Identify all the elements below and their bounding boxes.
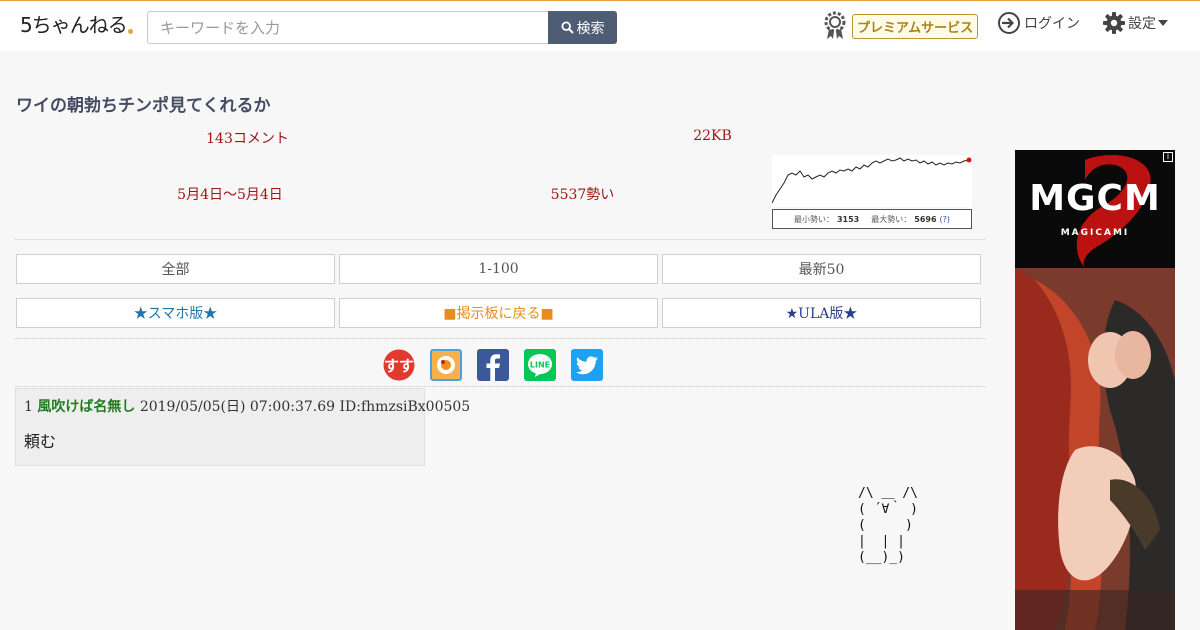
line-share-button[interactable]: LINE	[524, 349, 556, 381]
settings-label: 設定	[1128, 16, 1156, 32]
momentum-graph	[772, 155, 972, 207]
graph-legend: 最小勢い： 3153 最大勢い： 5696 (?)	[772, 209, 972, 229]
login-label: ログイン	[1024, 16, 1080, 32]
search-icon	[560, 21, 574, 34]
ad-logo: MGCM	[1029, 178, 1161, 219]
post-datetime: 2019/05/05(日) 07:00:37.69	[139, 399, 336, 415]
twitter-share-button[interactable]	[571, 349, 603, 381]
top-header: 5ちゃんねる 検索 プレミアムサービス ログイン	[0, 0, 1200, 51]
ad-artwork	[1015, 150, 1175, 630]
thread-momentum: 5537勢い	[550, 187, 615, 203]
post: 1 風吹けば名無し 2019/05/05(日) 07:00:37.69 ID:f…	[15, 388, 470, 466]
app-share-button[interactable]	[430, 349, 462, 381]
settings-menu[interactable]: 設定	[1102, 11, 1168, 35]
facebook-icon	[486, 354, 500, 381]
thread-size: 22KB	[693, 128, 732, 144]
caret-down-icon	[1158, 20, 1168, 26]
logo-dot	[127, 29, 133, 34]
post-body: 頼む	[24, 432, 57, 451]
logo-text: 5ちゃんねる	[20, 13, 128, 37]
matome-icon-text: すす	[384, 357, 414, 375]
nav-range-button[interactable]: 1-100	[339, 254, 658, 284]
graph-min-label: 最小勢い：	[793, 214, 834, 224]
post-meta: 1 風吹けば名無し 2019/05/05(日) 07:00:37.69 ID:f…	[24, 396, 470, 416]
search-button-label: 検索	[576, 20, 605, 37]
premium-service[interactable]: プレミアムサービス	[822, 11, 979, 41]
login-link[interactable]: ログイン	[997, 11, 1080, 35]
graph-help-link[interactable]: (?)	[940, 215, 951, 224]
nav-all-button[interactable]: 全部	[16, 254, 335, 284]
graph-max-value: 5696	[914, 214, 937, 224]
gear-icon	[1103, 12, 1125, 34]
line-icon-text: LINE	[530, 361, 550, 370]
momentum-graph-line	[772, 157, 970, 204]
back-to-board-button[interactable]: ■掲示板に戻る■	[339, 298, 658, 328]
smartphone-version-button[interactable]: ★スマホ版★	[16, 298, 335, 328]
advertisement[interactable]: i MGCM MAGICAMI	[1015, 150, 1175, 630]
nav-latest-button[interactable]: 最新50	[662, 254, 981, 284]
search-button[interactable]: 検索	[548, 11, 617, 44]
post-id[interactable]: ID:fhmzsiBx00505	[340, 399, 471, 415]
line-icon: LINE	[528, 354, 552, 377]
site-logo[interactable]: 5ちゃんねる	[20, 9, 133, 38]
login-icon	[998, 12, 1020, 34]
divider	[15, 338, 985, 339]
matome-icon: すす	[383, 349, 415, 381]
facebook-share-button[interactable]	[477, 349, 509, 381]
app-icon	[437, 356, 455, 374]
award-icon	[824, 11, 846, 39]
thread-dates: 5月4日〜5月4日	[177, 187, 283, 203]
momentum-graph-current-point	[966, 157, 972, 163]
divider	[15, 239, 985, 240]
post-author: 風吹けば名無し	[37, 399, 136, 415]
twitter-icon	[576, 356, 598, 375]
thread-title: ワイの朝勃ちチンポ見てくれるか	[16, 96, 271, 116]
search-input[interactable]	[147, 11, 549, 44]
divider	[15, 386, 985, 387]
ula-version-button[interactable]: ★ULA版★	[662, 298, 981, 328]
premium-badge: プレミアムサービス	[852, 13, 979, 39]
graph-min-value: 3153	[836, 214, 860, 224]
post-number[interactable]: 1	[24, 399, 33, 415]
ad-subtitle: MAGICAMI	[1060, 228, 1130, 238]
ascii-art-cat: /\ ＿ /\ ( ´∀｀ ) ( ) | | | (__)_)	[858, 486, 918, 565]
ad-info-icon[interactable]: i	[1163, 152, 1173, 162]
comment-count: 143コメント	[206, 131, 289, 147]
graph-max-label: 最大勢い：	[871, 214, 912, 224]
matome-share-button[interactable]: すす	[383, 349, 415, 381]
